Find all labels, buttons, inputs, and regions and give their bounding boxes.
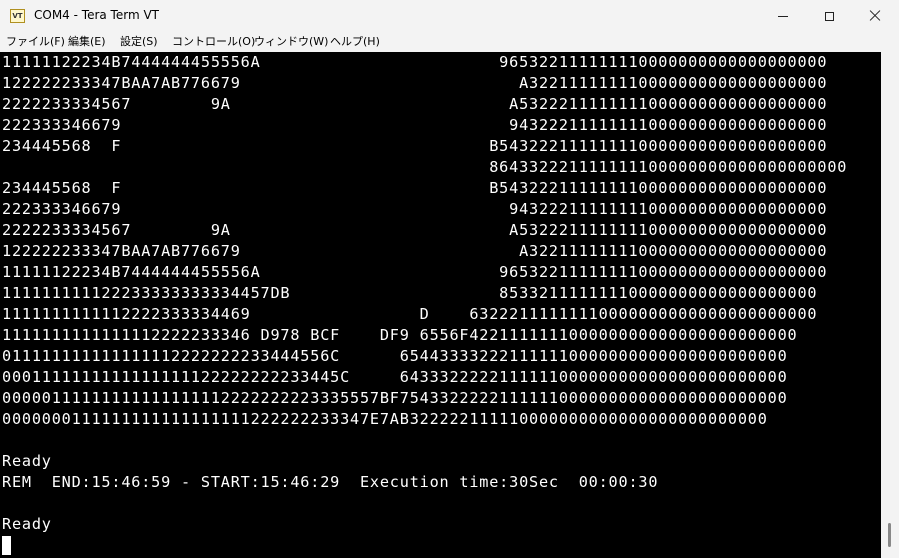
terminal-execution-time: REM END:15:46:59 - START:15:46:29 Execut… (2, 473, 659, 491)
maximize-icon (824, 11, 834, 21)
close-icon (869, 10, 881, 22)
terminal-line: 011111111111111112222222233444556C 65443… (2, 347, 788, 365)
tera-term-window: VT COM4 - Tera Term VT ファイル(F) 編集(E) 設定(… (0, 0, 899, 558)
terminal-cursor (2, 536, 11, 555)
terminal-line: 11111122234B7444444455556A 9653221111111… (2, 53, 828, 71)
terminal-line: 222333346679 943222111111110000000000000… (2, 116, 828, 134)
terminal-line: 00000111111111111111112222222223335557BF… (2, 389, 788, 407)
title-bar[interactable]: VT COM4 - Tera Term VT (0, 0, 899, 32)
terminal-line: 864332221111111100000000000000000000 (2, 158, 848, 176)
terminal-line: 2222233334567 9A A5322211111111000000000… (2, 95, 828, 113)
menu-control[interactable]: コントロール(O) (172, 34, 255, 49)
minimize-icon (778, 15, 788, 17)
menu-window[interactable]: ウィンドウ(W) (254, 34, 328, 49)
terminal-line: 11111122234B7444444455556A 9653221111111… (2, 263, 828, 281)
menu-file[interactable]: ファイル(F) (6, 34, 65, 49)
menu-help[interactable]: ヘルプ(H) (330, 34, 380, 49)
terminal-line: 234445568 F B543222111111110000000000000… (2, 179, 828, 197)
menu-edit[interactable]: 編集(E) (68, 34, 106, 49)
minimize-button[interactable] (760, 0, 806, 32)
terminal-line: 222333346679 943222111111110000000000000… (2, 200, 828, 218)
terminal-line: 111111111122233333333334457DB 8533211111… (2, 284, 818, 302)
menu-settings[interactable]: 設定(S) (120, 34, 158, 49)
scrollbar-thumb[interactable] (888, 523, 891, 547)
terminal-status-ready: Ready (2, 452, 52, 470)
terminal-line: 0000000111111111111111111222222233347E7A… (2, 410, 768, 428)
window-title: COM4 - Tera Term VT (34, 8, 159, 22)
menu-bar: ファイル(F) 編集(E) 設定(S) コントロール(O) ウィンドウ(W) ヘ… (0, 32, 899, 51)
tera-term-icon[interactable]: VT (10, 9, 25, 23)
terminal-line: 234445568 F B543222111111110000000000000… (2, 137, 828, 155)
terminal-line: 122222233347BAA7AB776679 A32211111111000… (2, 74, 828, 92)
terminal-status-ready: Ready (2, 515, 52, 533)
terminal-line: 2222233334567 9A A5322211111111000000000… (2, 221, 828, 239)
terminal-line: 1111111111112222333334469 D 632221111111… (2, 305, 818, 323)
maximize-button[interactable] (806, 0, 852, 32)
terminal-line: 0001111111111111111122222222233445C 6433… (2, 368, 788, 386)
terminal-screen[interactable]: 11111122234B7444444455556A 9653221111111… (0, 52, 881, 558)
terminal-line: 122222233347BAA7AB776679 A32211111111000… (2, 242, 828, 260)
terminal-line: 1111111111111112222233346 D978 BCF DF9 6… (2, 326, 798, 344)
vertical-scrollbar[interactable] (881, 52, 899, 558)
close-button[interactable] (852, 0, 898, 32)
